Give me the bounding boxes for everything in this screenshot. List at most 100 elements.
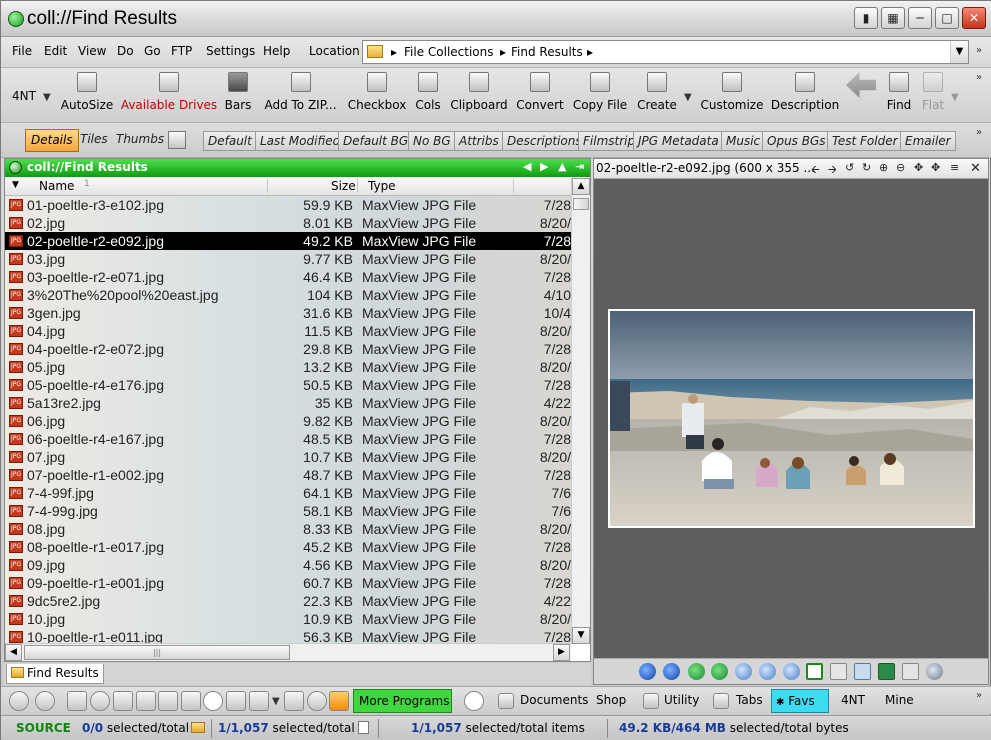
description-button[interactable]: Description [771,68,839,123]
column-type[interactable]: Type [368,179,396,193]
disk-icon[interactable] [113,691,133,711]
location-field[interactable]: ▸ File Collections ▸ Find Results ▸ ▼ [362,40,969,64]
vertical-scrollbar[interactable]: ▲ ▼ [571,178,590,644]
table-row[interactable]: JPG 10.jpg 10.9 KB MaxView JPG File 8/20/ [5,610,571,628]
palm-icon[interactable] [284,691,304,711]
title-bar[interactable]: coll://Find Results ▮ ▦ ─ □ ✕ [1,1,991,37]
slideshow-icon[interactable] [854,663,871,680]
layout-last-modified[interactable]: Last Modified [255,131,346,151]
view-tiles[interactable]: Tiles [75,129,113,152]
rotate-right-icon[interactable] [711,663,728,680]
root-icon[interactable]: ⇥ [575,160,584,173]
minimize-button[interactable]: ─ [908,7,932,29]
tabs-button[interactable]: Tabs [736,693,763,707]
mine-button[interactable]: Mine [885,693,914,707]
table-row[interactable]: JPG 01-poeltle-r3-e102.jpg 59.9 KB MaxView … [5,196,571,214]
table-row[interactable]: JPG 03-poeltle-r2-e071.jpg 46.4 KB MaxView … [5,268,571,286]
previous-image-icon[interactable] [639,663,656,680]
globe2-icon[interactable] [307,691,327,711]
customize-button[interactable]: Customize [701,68,764,123]
rotate-right-icon[interactable]: ↻ [862,161,871,174]
camera-icon[interactable] [67,691,87,711]
copy-file-button[interactable]: Copy File [573,68,627,123]
layout-default[interactable]: Default [203,131,257,151]
layout-opus-bgs[interactable]: Opus BGs [762,131,831,151]
table-row[interactable]: JPG 04-poeltle-r2-e072.jpg 29.8 KB MaxView … [5,340,571,358]
chart-icon[interactable] [181,691,201,711]
restore-panes-icon[interactable]: ▦ [881,7,905,29]
flat-button[interactable]: Flat [921,68,945,123]
table-row[interactable]: JPG 07.jpg 10.7 KB MaxView JPG File 8/20/ [5,448,571,466]
zoom-in-icon[interactable] [735,663,752,680]
column-size[interactable]: Size [331,179,356,193]
toolbar-4nt-label[interactable]: 4NT [12,89,36,103]
shield-icon[interactable] [249,691,269,711]
menu-ftp[interactable]: FTP [171,44,192,58]
close-icon[interactable]: ✕ [970,161,981,176]
menu-icon[interactable]: ≡ [950,161,959,174]
heart-icon[interactable] [35,691,55,711]
menu-help[interactable]: Help [263,44,290,58]
previous-icon[interactable]: 🡨 [811,161,820,180]
add-to-zip-button[interactable]: Add To ZIP... [262,68,339,123]
pin-icon[interactable]: ▮ [854,7,878,29]
menu-file[interactable]: File [12,44,32,58]
viewbar-overflow-icon[interactable]: » [976,127,982,138]
table-row[interactable]: JPG 7-4-99f.jpg 64.1 KB MaxView JPG File 7/6 [5,484,571,502]
layout-attribs[interactable]: Attribs [454,131,504,151]
programs-icon[interactable] [329,691,349,711]
maximize-button[interactable]: □ [935,7,959,29]
table-row[interactable]: JPG 02.jpg 8.01 KB MaxView JPG File 8/20/ [5,214,571,232]
more-programs-button[interactable]: More Programs [353,689,452,713]
move-icon[interactable]: ✥ [931,161,940,174]
image-view-icon[interactable] [168,131,186,149]
chevron-down-icon[interactable]: ▼ [272,696,280,707]
4nt-button[interactable]: 4NT [841,693,865,707]
checkbox-button[interactable]: Checkbox [348,68,406,123]
smiley-icon[interactable] [203,691,223,711]
film-icon[interactable] [158,691,178,711]
layout-jpg-metadata[interactable]: JPG Metadata [633,131,724,151]
table-row[interactable]: JPG 7-4-99g.jpg 58.1 KB MaxView JPG File 7/6 [5,502,571,520]
table-row[interactable]: JPG 09-poeltle-r1-e001.jpg 60.7 KB MaxView … [5,574,571,592]
back-icon[interactable]: ◀ [523,160,531,173]
table-row[interactable]: JPG 3%20The%20pool%20east.jpg 104 KB MaxVie… [5,286,571,304]
rotate-left-icon[interactable] [688,663,705,680]
layout-default-bg[interactable]: Default BG [338,131,414,151]
media-icon[interactable] [90,691,110,711]
horizontal-scrollbar[interactable]: ◀ ||| ▶ [5,643,571,661]
menubar-overflow-icon[interactable]: » [976,45,982,56]
column-name[interactable]: Name [39,179,74,193]
scroll-thumb[interactable] [573,198,589,210]
table-row[interactable]: JPG 3gen.jpg 31.6 KB MaxView JPG File 10/4 [5,304,571,322]
chevron-down-icon[interactable]: ▼ [684,92,692,103]
breadcrumb-file-collections[interactable]: File Collections [404,45,494,59]
utility-button[interactable]: Utility [664,693,699,707]
clipboard-button[interactable]: Clipboard [450,68,508,123]
menu-view[interactable]: View [78,44,106,58]
find-button[interactable]: Find [885,68,913,123]
mail-icon[interactable] [226,691,246,711]
menu-settings[interactable]: Settings [206,44,255,58]
column-divider[interactable] [513,179,514,193]
layout-filmstrip[interactable]: Filmstrip [578,131,641,151]
fit-icon[interactable]: ✥ [914,161,923,174]
zoom-in-icon[interactable]: ⊕ [879,161,888,174]
lister-header[interactable]: coll://Find Results ◀ ▶ ▲ ⇥ [5,159,590,177]
chevron-down-icon[interactable]: ▼ [951,92,959,103]
music-icon[interactable] [136,691,156,711]
globe-icon[interactable] [9,691,29,711]
fullscreen-icon[interactable] [878,663,895,680]
layout-emailer[interactable]: Emailer [900,131,956,151]
autosize-button[interactable]: AutoSize [61,68,113,123]
toolbar-overflow-icon[interactable]: » [976,72,982,83]
next-image-icon[interactable] [663,663,680,680]
table-row[interactable]: JPG 05-poeltle-r4-e176.jpg 50.5 KB MaxView … [5,376,571,394]
rotate-left-icon[interactable]: ↺ [845,161,854,174]
scroll-down-icon[interactable]: ▼ [572,627,590,644]
next-icon[interactable]: 🡪 [828,161,837,180]
table-row[interactable]: JPG 04.jpg 11.5 KB MaxView JPG File 8/20/ [5,322,571,340]
view-thumbs[interactable]: Thumbs [111,129,169,152]
column-divider[interactable] [357,179,358,193]
available-drives-button[interactable]: Available Drives [121,68,217,123]
